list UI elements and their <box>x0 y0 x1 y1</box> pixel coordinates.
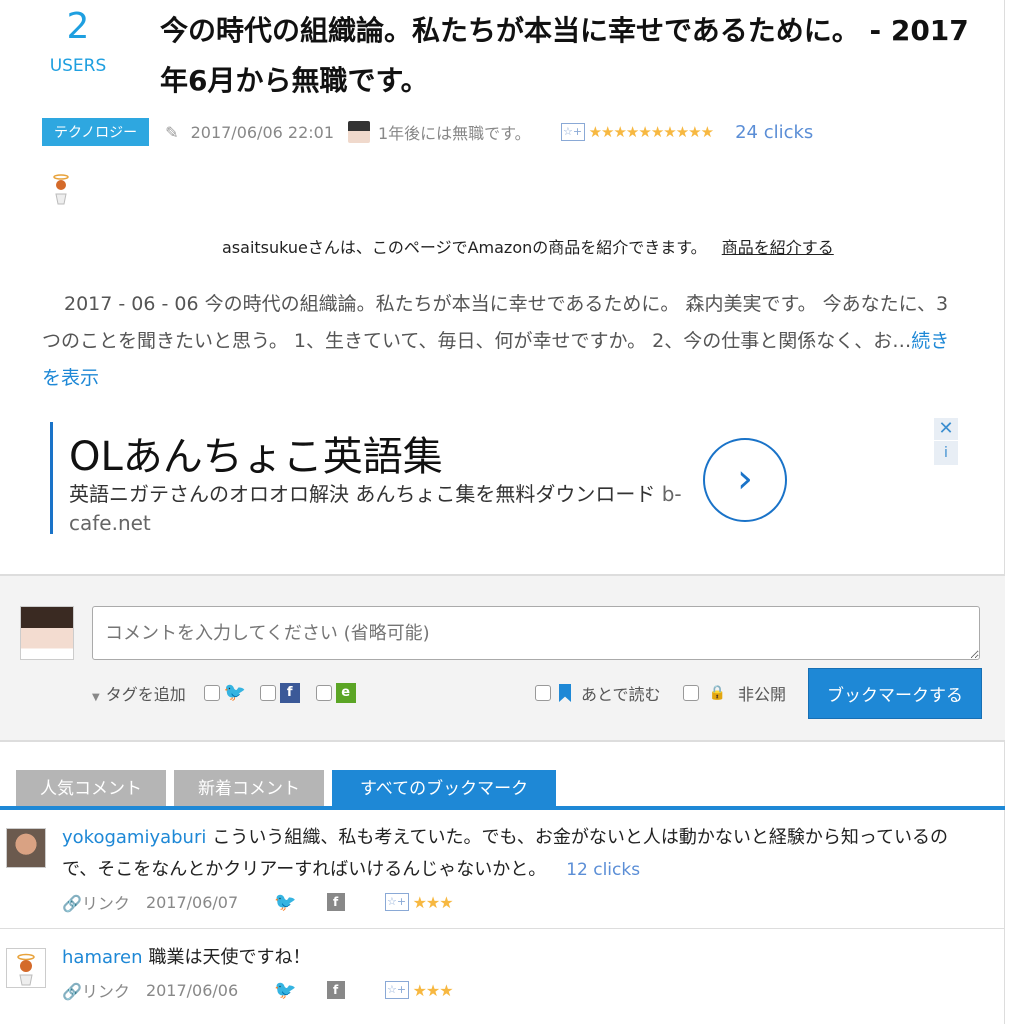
comment-meta: 🔗リンク 2017/06/06 🐦 f ☆+ ★★★ <box>62 978 475 1002</box>
comment-meta: 🔗リンク 2017/06/07 🐦 f ☆+ ★★★ <box>62 890 475 914</box>
bookmark-submit-button[interactable]: ブックマークする <box>808 667 982 719</box>
comment-input[interactable] <box>92 606 980 660</box>
private-checkbox[interactable] <box>682 685 699 701</box>
comment-clicks: 12 clicks <box>566 860 641 880</box>
users-label[interactable]: USERS <box>40 56 116 76</box>
comment-avatar[interactable] <box>6 948 46 988</box>
twitter-share-icon[interactable]: 🐦 <box>274 980 296 1001</box>
tab-underline <box>0 806 1005 810</box>
entry-meta: テクノロジー ✎ 2017/06/06 22:01 1年後には無職です。 ☆+ … <box>42 118 982 146</box>
tag-add-label[interactable]: タグを追加 <box>106 685 186 704</box>
triangle-down-icon: ▼ <box>92 692 100 703</box>
tab-new-comments[interactable]: 新着コメント <box>174 770 324 808</box>
entry-title[interactable]: 今の時代の組織論。私たちが本当に幸せであるために。 - 2017年6月から無職で… <box>160 6 980 106</box>
ad-description[interactable]: 英語ニガテさんのオロオロ解決 あんちょこ集を無料ダウンロード b-cafe.ne… <box>69 480 709 538</box>
author-name[interactable]: 1年後には無職です。 <box>378 120 531 144</box>
comment-link-label[interactable]: リンク <box>82 982 130 1001</box>
ad-title[interactable]: OLあんちょこ英語集 <box>69 424 443 482</box>
pencil-icon: ✎ <box>165 122 179 142</box>
twitter-checkbox[interactable] <box>203 685 220 701</box>
angel-icon <box>50 172 72 208</box>
comment-stars[interactable]: ★★★ <box>413 893 454 912</box>
comment-date[interactable]: 2017/06/07 <box>146 893 238 912</box>
bookmark-form: ▼ タグを追加 🐦 f e あとで読む 🔒 非公開 ブックマークする <box>0 574 1005 742</box>
ad-info-icon[interactable]: i <box>934 441 958 465</box>
comment-body: yokogamiyaburi こういう組織、私も考えていた。でも、お金がないと人は… <box>62 822 982 886</box>
comment-user[interactable]: yokogamiyaburi <box>62 827 206 848</box>
amazon-intro-link[interactable]: 商品を紹介する <box>722 238 834 257</box>
entry-stars[interactable]: ★★★★★★★★★★ <box>589 123 714 141</box>
amazon-text: asaitsukueさんは、このページでAmazonの商品を紹介できます。 <box>222 238 707 257</box>
my-avatar <box>20 606 74 660</box>
entry-summary: 2017 - 06 - 06 今の時代の組織論。私たちが本当に幸せであるために。… <box>42 286 962 397</box>
comment-text: 職業は天使ですね！ <box>148 947 311 968</box>
comment-date[interactable]: 2017/06/06 <box>146 981 238 1000</box>
entry-date: 2017/06/06 22:01 <box>190 122 334 142</box>
read-later-label[interactable]: あとで読む <box>581 681 661 705</box>
comment-avatar[interactable] <box>6 828 46 868</box>
tab-popular-comments[interactable]: 人気コメント <box>16 770 166 808</box>
bookmark-icon <box>559 684 572 702</box>
comment-stars[interactable]: ★★★ <box>413 981 454 1000</box>
add-star-icon[interactable]: ☆+ <box>560 123 585 141</box>
comment-user[interactable]: hamaren <box>62 947 143 968</box>
private-label[interactable]: 非公開 <box>738 681 786 705</box>
comment-body: hamaren 職業は天使ですね！ <box>62 942 982 974</box>
link-icon: 🔗 <box>62 894 82 913</box>
add-star-icon[interactable]: ☆+ <box>384 981 409 999</box>
comment-link-label[interactable]: リンク <box>82 894 130 913</box>
evernote-checkbox[interactable] <box>315 685 332 701</box>
author-avatar[interactable] <box>348 121 370 143</box>
entry-clicks: 24 clicks <box>735 121 814 143</box>
amazon-intro: asaitsukueさんは、このページでAmazonの商品を紹介できます。 商品… <box>222 234 834 258</box>
users-count-box[interactable]: 2 USERS <box>40 6 116 76</box>
category-badge[interactable]: テクノロジー <box>42 118 150 146</box>
entry-page: 2 USERS 今の時代の組織論。私たちが本当に幸せであるために。 - 2017… <box>0 0 1005 1024</box>
ad-close-icon[interactable]: ✕ <box>934 418 958 440</box>
summary-text: 2017 - 06 - 06 今の時代の組織論。私たちが本当に幸せであるために。… <box>42 293 949 352</box>
lock-icon: 🔒 <box>708 685 726 701</box>
facebook-share-icon[interactable]: f <box>326 893 345 911</box>
comment-divider <box>0 928 1005 929</box>
comment-link[interactable]: 🔗リンク <box>62 890 130 914</box>
form-options: ▼ タグを追加 🐦 f e あとで読む 🔒 非公開 ブックマークする <box>92 667 982 719</box>
facebook-icon: f <box>279 683 300 703</box>
twitter-share-icon[interactable]: 🐦 <box>274 892 296 913</box>
tab-all-bookmarks[interactable]: すべてのブックマーク <box>332 770 557 808</box>
angel-icon <box>17 953 35 986</box>
ad-desc-text[interactable]: 英語ニガテさんのオロオロ解決 あんちょこ集を無料ダウンロード <box>69 482 655 506</box>
ad-banner[interactable]: OLあんちょこ英語集 英語ニガテさんのオロオロ解決 あんちょこ集を無料ダウンロー… <box>50 422 930 535</box>
link-icon: 🔗 <box>62 982 82 1001</box>
read-later-checkbox[interactable] <box>535 685 552 701</box>
add-star-icon[interactable]: ☆+ <box>384 893 409 911</box>
ad-go-button[interactable]: › <box>703 438 787 522</box>
facebook-share-icon[interactable]: f <box>326 981 345 999</box>
tag-add-toggle[interactable]: ▼ タグを追加 <box>92 681 186 705</box>
users-count[interactable]: 2 <box>40 6 116 48</box>
comment-tabs: 人気コメント 新着コメント すべてのブックマーク <box>16 770 564 808</box>
evernote-icon: e <box>335 683 356 703</box>
twitter-icon: 🐦 <box>223 682 247 703</box>
facebook-checkbox[interactable] <box>259 685 276 701</box>
comment-link[interactable]: 🔗リンク <box>62 978 130 1002</box>
